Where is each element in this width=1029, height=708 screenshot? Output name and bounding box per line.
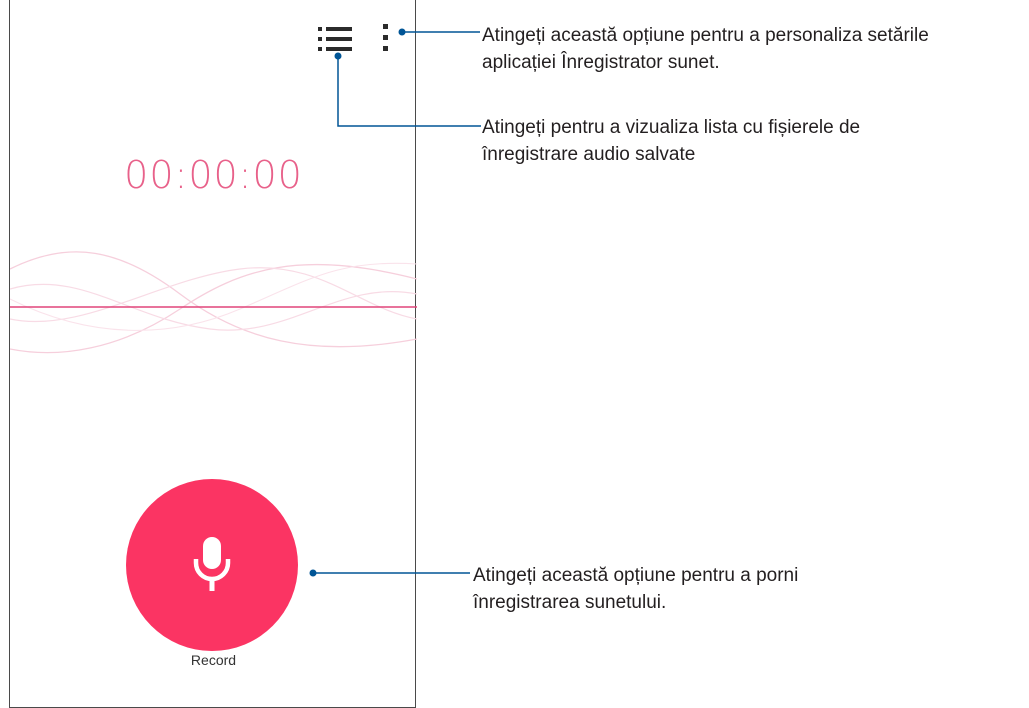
settings-callout: Atingeți această opțiune pentru a person… bbox=[482, 22, 1029, 76]
callout-line: înregistrare audio salvate bbox=[482, 144, 696, 165]
callout-line: Atingeți această opțiune pentru a porni bbox=[473, 565, 799, 586]
callout-line: Atingeți pentru a vizualiza lista cu fiș… bbox=[482, 117, 861, 138]
callout-line: înregistrarea sunetului. bbox=[473, 592, 667, 613]
record-callout: Atingeți această opțiune pentru a porni … bbox=[473, 562, 1013, 616]
callout-line: Atingeți această opțiune pentru a person… bbox=[482, 25, 929, 46]
list-callout: Atingeți pentru a vizualiza lista cu fiș… bbox=[482, 114, 1012, 168]
callout-line: aplicației Înregistrator sunet. bbox=[482, 52, 720, 73]
